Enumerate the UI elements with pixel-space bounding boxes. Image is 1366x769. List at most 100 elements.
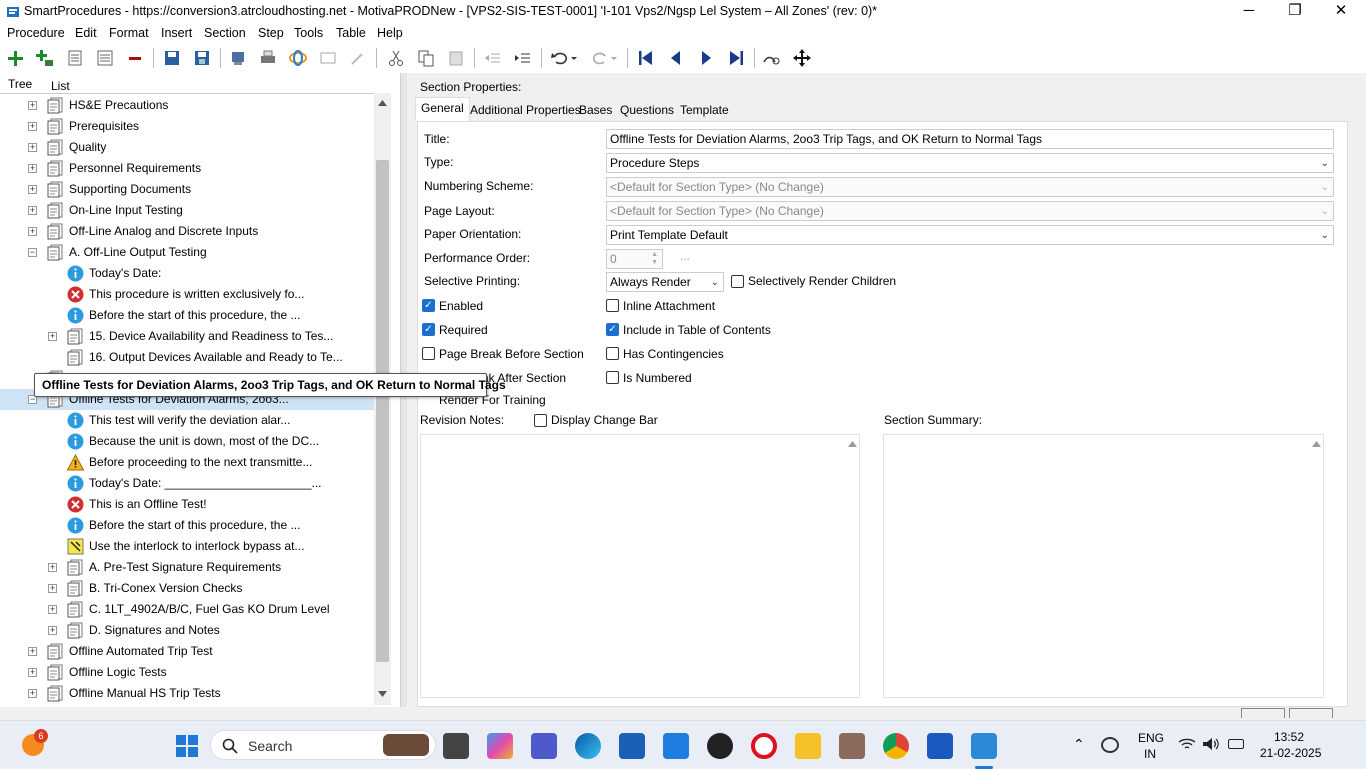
- inline-attachment-checkbox[interactable]: [606, 299, 619, 312]
- chevron-up-icon[interactable]: ⌃: [1073, 736, 1085, 753]
- redo-dropdown-icon[interactable]: [608, 48, 620, 68]
- clock-date[interactable]: 21-02-2025: [1260, 746, 1321, 760]
- menu-step[interactable]: Step: [258, 26, 284, 40]
- expand-icon[interactable]: +: [28, 668, 37, 677]
- tree-node[interactable]: This procedure is written exclusively fo…: [0, 284, 374, 305]
- section-summary-editor[interactable]: [883, 434, 1324, 698]
- type-select[interactable]: Procedure Steps ⌄: [606, 153, 1334, 173]
- wand-icon[interactable]: [348, 48, 368, 68]
- page-break-before-checkbox[interactable]: [422, 347, 435, 360]
- scroll-up-icon[interactable]: [378, 99, 387, 107]
- indent-icon[interactable]: [513, 48, 533, 68]
- redo-icon[interactable]: [590, 48, 610, 68]
- teams-icon[interactable]: [531, 733, 557, 759]
- expand-icon[interactable]: +: [28, 227, 37, 236]
- expand-icon[interactable]: +: [28, 689, 37, 698]
- scroll-thumb[interactable]: [376, 160, 389, 662]
- language-region[interactable]: IN: [1144, 747, 1156, 761]
- tree-node[interactable]: 16. Output Devices Available and Ready t…: [0, 347, 374, 368]
- tree-node[interactable]: +15. Device Availability and Readiness t…: [0, 326, 374, 347]
- remove-icon[interactable]: [125, 48, 145, 68]
- paper-orientation-select[interactable]: Print Template Default ⌄: [606, 225, 1334, 245]
- battery-icon[interactable]: [1228, 739, 1244, 749]
- smartprocedures-icon[interactable]: [971, 733, 997, 759]
- move-icon[interactable]: [792, 48, 812, 68]
- form-icon[interactable]: [318, 48, 338, 68]
- cut-icon[interactable]: [386, 48, 406, 68]
- tree-node[interactable]: Because the unit is down, most of the DC…: [0, 431, 374, 452]
- tree-scrollbar[interactable]: [374, 93, 391, 705]
- task-view-icon[interactable]: [443, 733, 469, 759]
- performance-order-spinner[interactable]: 0 ▲ ▼: [606, 249, 663, 269]
- next-icon[interactable]: [696, 48, 716, 68]
- undo-icon[interactable]: [550, 48, 570, 68]
- menu-table[interactable]: Table: [336, 26, 366, 40]
- first-icon[interactable]: [636, 48, 656, 68]
- display-change-bar-checkbox[interactable]: [534, 414, 547, 427]
- expand-icon[interactable]: +: [48, 605, 57, 614]
- is-numbered-checkbox[interactable]: [606, 371, 619, 384]
- tab-bases[interactable]: Bases: [579, 103, 612, 117]
- numbering-select[interactable]: <Default for Section Type> (No Change) ⌄: [606, 177, 1334, 197]
- selectively-render-children-checkbox[interactable]: [731, 275, 744, 288]
- tree-node[interactable]: + C. 1LT_4902A/B/C, Fuel Gas KO Drum Leve…: [0, 599, 374, 620]
- tree-node[interactable]: + On-Line Input Testing: [0, 200, 374, 221]
- close-button[interactable]: ✕: [1318, 0, 1364, 24]
- page-layout-select[interactable]: <Default for Section Type> (No Change) ⌄: [606, 201, 1334, 221]
- tree-node[interactable]: + Offline Automated Trip Test: [0, 641, 374, 662]
- menu-section[interactable]: Section: [204, 26, 246, 40]
- maximize-button[interactable]: ❐: [1272, 0, 1318, 24]
- list-icon[interactable]: [65, 48, 85, 68]
- tab-template[interactable]: Template: [680, 103, 729, 117]
- has-contingencies-checkbox[interactable]: [606, 347, 619, 360]
- find-icon[interactable]: [762, 48, 782, 68]
- menu-insert[interactable]: Insert: [161, 26, 192, 40]
- expand-icon[interactable]: +: [48, 332, 57, 341]
- expand-icon[interactable]: +: [28, 647, 37, 656]
- spinner-arrows-icon[interactable]: ▲ ▼: [651, 251, 658, 267]
- expand-icon[interactable]: +: [28, 206, 37, 215]
- scroll-up-icon[interactable]: [848, 440, 857, 448]
- tab-tree[interactable]: Tree: [8, 77, 32, 91]
- add-icon[interactable]: [5, 48, 25, 68]
- tree-node[interactable]: Before proceeding to the next transmitte…: [0, 452, 374, 473]
- tab-questions[interactable]: Questions: [620, 103, 674, 117]
- expand-icon[interactable]: +: [28, 122, 37, 131]
- tree-node[interactable]: + Personnel Requirements: [0, 158, 374, 179]
- tree-node[interactable]: Before the start of this procedure, the …: [0, 305, 374, 326]
- network-status-icon[interactable]: [1101, 737, 1119, 753]
- title-field[interactable]: Offline Tests for Deviation Alarms, 2oo3…: [606, 129, 1334, 149]
- tree-node[interactable]: + Supporting Documents: [0, 179, 374, 200]
- app-icon[interactable]: [839, 733, 865, 759]
- link-icon[interactable]: [288, 48, 308, 68]
- clock-time[interactable]: 13:52: [1274, 730, 1304, 744]
- copilot-icon[interactable]: [487, 733, 513, 759]
- tab-additional-properties[interactable]: Additional Properties: [470, 103, 581, 117]
- menu-format[interactable]: Format: [109, 26, 149, 40]
- expand-icon[interactable]: +: [48, 563, 57, 572]
- paste-icon[interactable]: [446, 48, 466, 68]
- tab-list[interactable]: List: [51, 79, 70, 93]
- start-icon[interactable]: [175, 734, 199, 758]
- scroll-up-icon[interactable]: [1312, 440, 1321, 448]
- tab-general[interactable]: General: [421, 101, 464, 115]
- dell-icon[interactable]: [707, 733, 733, 759]
- tree-node[interactable]: Use the interlock to interlock bypass at…: [0, 536, 374, 557]
- enabled-checkbox[interactable]: ✓: [422, 299, 435, 312]
- performance-browse-button[interactable]: ...: [680, 249, 690, 263]
- tree-node[interactable]: + A. Pre-Test Signature Requirements: [0, 557, 374, 578]
- save-icon[interactable]: [192, 48, 212, 68]
- print-icon[interactable]: [258, 48, 278, 68]
- menu-procedure[interactable]: Procedure: [7, 26, 65, 40]
- tree-node[interactable]: This test will verify the deviation alar…: [0, 410, 374, 431]
- expand-icon[interactable]: +: [28, 143, 37, 152]
- tree-node[interactable]: + D. Signatures and Notes: [0, 620, 374, 641]
- copy-icon[interactable]: [416, 48, 436, 68]
- expand-icon[interactable]: +: [48, 626, 57, 635]
- expand-icon[interactable]: +: [28, 164, 37, 173]
- file-explorer-icon[interactable]: [795, 733, 821, 759]
- tree-node[interactable]: + Offline Manual HS Trip Tests: [0, 683, 374, 704]
- menu-tools[interactable]: Tools: [294, 26, 323, 40]
- tree-node[interactable]: + B. Tri-Conex Version Checks: [0, 578, 374, 599]
- menu-help[interactable]: Help: [377, 26, 403, 40]
